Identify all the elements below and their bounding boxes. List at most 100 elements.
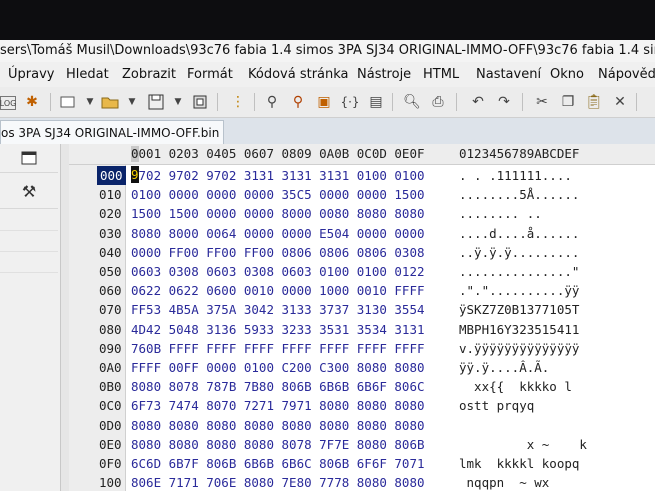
tools-icon[interactable]: ⚒ [0,174,58,209]
row-offset: 020 [99,206,122,222]
hex-row[interactable]: 0B0 8080 8078 787B 7B80 806B 6B6B 6B6F 80… [69,377,655,396]
hex-column-header: 0001 0203 0405 0607 0809 0A0B 0C0D 0E0F … [69,144,655,165]
save-icon[interactable] [146,92,166,112]
row-offset: 090 [99,340,122,356]
menu-nastaveni[interactable]: Nastavení [476,62,541,87]
row-hex-bytes[interactable]: 0622 0622 0600 0010 0000 1000 0010 FFFF [131,281,425,300]
row-hex-bytes[interactable]: FFFF 00FF 0000 0100 C200 C300 8080 8080 [131,358,425,377]
row-hex-bytes[interactable]: 4D42 5048 3136 5933 3233 3531 3534 3131 [131,320,425,339]
hex-row[interactable]: 0A0 FFFF 00FF 0000 0100 C200 C300 8080 80… [69,358,655,377]
row-ascii[interactable]: x ~ k [459,435,587,454]
chevron-down-icon[interactable]: ▼ [122,92,142,112]
row-hex-bytes[interactable]: FF53 4B5A 375A 3042 3133 3737 3130 3554 [131,300,425,319]
row-hex-bytes[interactable]: 8080 8000 0064 0000 0000 E504 0000 0000 [131,224,425,243]
row-offset: 010 [99,187,122,203]
hex-row[interactable]: 000 9702 9702 9702 3131 3131 3131 0100 01… [69,166,655,185]
hex-row[interactable]: 0E0 8080 8080 8080 8080 8078 7F7E 8080 80… [69,435,655,454]
hex-row[interactable]: 090 760B FFFF FFFF FFFF FFFF FFFF FFFF FF… [69,339,655,358]
print-preview-icon[interactable]: 🔍︎ [402,92,422,112]
hex-row[interactable]: 070 FF53 4B5A 375A 3042 3133 3737 3130 35… [69,300,655,319]
row-offset: 0E0 [99,436,122,452]
cut-icon[interactable]: ✂ [532,92,552,112]
document-tab-label: os 3PA SJ34 ORIGINAL-IMMO-OFF.bin [1,126,220,140]
hex-editor[interactable]: 0001 0203 0405 0607 0809 0A0B 0C0D 0E0F … [69,144,655,491]
print-icon[interactable]: ⎙ [428,92,448,112]
hex-row[interactable]: 100 806E 7171 706E 8080 7E80 7778 8080 80… [69,473,655,491]
row-hex-bytes[interactable]: 8080 8078 787B 7B80 806B 6B6B 6B6F 806C [131,377,425,396]
row-ascii[interactable]: ."."..........ÿÿ [459,281,579,300]
braces-icon[interactable]: {·} [340,92,360,112]
menu-napoveda[interactable]: Nápověda [598,62,655,87]
hex-row[interactable]: 030 8080 8000 0064 0000 0000 E504 0000 00… [69,224,655,243]
panel-row [0,231,58,252]
hex-row[interactable]: 020 1500 1500 0000 0000 8000 0080 8080 80… [69,204,655,223]
row-hex-bytes[interactable]: 0603 0308 0603 0308 0603 0100 0100 0122 [131,262,425,281]
row-ascii[interactable]: xx{{ kkkko l [459,377,572,396]
delete-icon[interactable]: ✕ [610,92,630,112]
open-folder-icon[interactable] [100,92,120,112]
menu-nastroje[interactable]: Nástroje [357,62,411,87]
menu-format[interactable]: Formát [187,62,233,87]
row-offset: 050 [99,264,122,279]
new-file-icon[interactable] [58,92,78,112]
row-ascii[interactable]: nqqpn ~ wx [459,473,550,491]
hex-row[interactable]: 040 0000 FF00 FF00 FF00 0806 0806 0806 03… [69,243,655,262]
settings-icon[interactable]: ✱ [22,92,42,112]
window-title: sers\Tomáš Musil\Downloads\93c76 fabia 1… [0,43,655,58]
row-ascii[interactable]: ÿSKZ7Z0B1377105T [459,300,579,319]
hex-row[interactable]: 0F0 6C6D 6B7F 806B 6B6B 6B6C 806B 6F6F 70… [69,454,655,473]
find-icon[interactable]: ⚲ [262,92,282,112]
menu-okno[interactable]: Okno [550,62,584,87]
row-ascii[interactable]: ....d....å...... [459,224,579,243]
toolbar-separator [50,93,51,111]
hex-row[interactable]: 010 0100 0000 0000 0000 35C5 0000 0000 15… [69,185,655,204]
row-hex-bytes[interactable]: 6C6D 6B7F 806B 6B6B 6B6C 806B 6F6F 7071 [131,454,425,473]
row-ascii[interactable]: MBPH16Y323515411 [459,320,579,339]
hex-row[interactable]: 060 0622 0622 0600 0010 0000 1000 0010 FF… [69,281,655,300]
row-hex-bytes[interactable]: 8080 8080 8080 8080 8078 7F7E 8080 806B [131,435,425,454]
tree-icon[interactable]: ⋮ [228,92,248,112]
save-all-icon[interactable] [190,92,210,112]
row-ascii[interactable]: v.ÿÿÿÿÿÿÿÿÿÿÿÿÿÿ [459,339,579,358]
redo-icon[interactable]: ↷ [494,92,514,112]
menu-hledat[interactable]: Hledat [66,62,109,87]
row-hex-bytes[interactable]: 0100 0000 0000 0000 35C5 0000 0000 1500 [131,185,425,204]
panel-window-icon[interactable] [0,144,58,173]
row-hex-bytes[interactable]: 9702 9702 9702 3131 3131 3131 0100 0100 [131,166,425,185]
copy-icon[interactable]: ❐ [558,92,578,112]
panel-splitter[interactable] [61,144,69,491]
toolbar-separator [456,93,457,111]
row-hex-bytes[interactable]: 1500 1500 0000 0000 8000 0080 8080 8080 [131,204,425,223]
menu-zobrazit[interactable]: Zobrazit [122,62,176,87]
row-ascii[interactable]: . . .111111.... [459,166,572,185]
document-tab[interactable]: os 3PA SJ34 ORIGINAL-IMMO-OFF.bin [0,120,224,145]
row-ascii[interactable]: ........ .. [459,204,542,223]
log-icon[interactable]: LOG [0,96,16,110]
hex-row[interactable]: 0C0 6F73 7474 8070 7271 7971 8080 8080 80… [69,396,655,415]
hex-row[interactable]: 0D0 8080 8080 8080 8080 8080 8080 8080 80… [69,416,655,435]
toolbar-separator [254,93,255,111]
row-ascii[interactable]: ostt prqyq [459,396,534,415]
row-ascii[interactable]: ........5Å...... [459,185,579,204]
row-ascii[interactable]: ..ÿ.ÿ.ÿ......... [459,243,579,262]
row-ascii[interactable]: lmk kkkkl koopq [459,454,579,473]
row-hex-bytes[interactable]: 806E 7171 706E 8080 7E80 7778 8080 8080 [131,473,425,491]
row-hex-bytes[interactable]: 760B FFFF FFFF FFFF FFFF FFFF FFFF FFFF [131,339,425,358]
chevron-down-icon[interactable]: ▼ [168,92,188,112]
hex-row[interactable]: 080 4D42 5048 3136 5933 3233 3531 3534 31… [69,320,655,339]
row-ascii[interactable]: ..............." [459,262,579,281]
row-ascii[interactable]: ÿÿ.ÿ....Â.Ã. [459,358,549,377]
row-hex-bytes[interactable]: 6F73 7474 8070 7271 7971 8080 8080 8080 [131,396,425,415]
paste-icon[interactable]: 📋︎ [584,92,604,112]
find-in-files-icon[interactable]: ▣ [314,92,334,112]
find-replace-icon[interactable]: ⚲ [288,92,308,112]
row-hex-bytes[interactable]: 0000 FF00 FF00 FF00 0806 0806 0806 0308 [131,243,425,262]
hex-row[interactable]: 050 0603 0308 0603 0308 0603 0100 0100 01… [69,262,655,281]
menu-html[interactable]: HTML [423,62,459,87]
menu-upravy[interactable]: Úpravy [8,62,54,87]
book-icon[interactable]: ▤ [366,92,386,112]
menu-kodova-stranka[interactable]: Kódová stránka [248,62,349,87]
chevron-down-icon[interactable]: ▼ [80,92,100,112]
row-hex-bytes[interactable]: 8080 8080 8080 8080 8080 8080 8080 8080 [131,416,425,435]
undo-icon[interactable]: ↶ [468,92,488,112]
